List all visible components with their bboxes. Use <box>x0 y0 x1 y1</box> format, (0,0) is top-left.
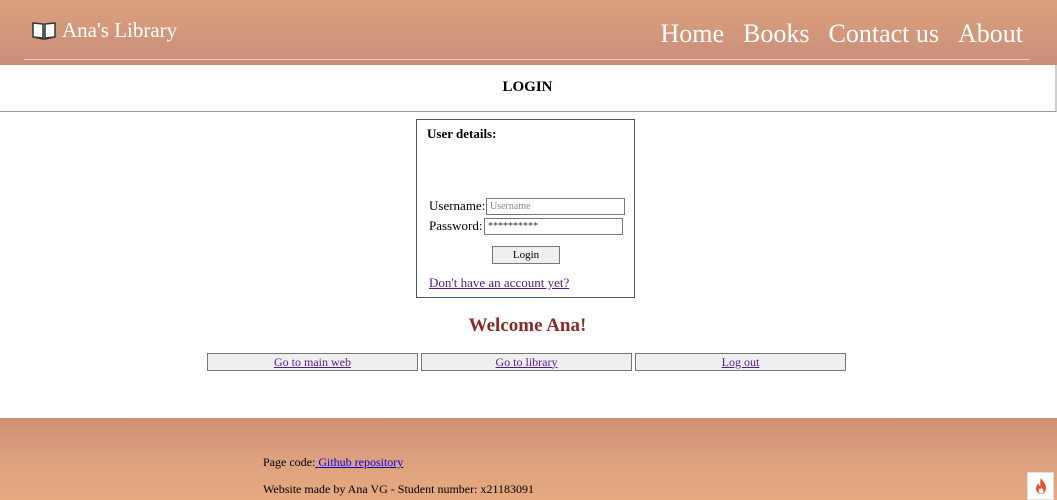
nav-home[interactable]: Home <box>660 18 724 50</box>
page-code-label: Page code: <box>263 455 316 469</box>
login-fieldset: User details: Username: Password: Login … <box>416 119 635 298</box>
log-out-button[interactable]: Log out <box>635 353 846 371</box>
nav-contact-us[interactable]: Contact us <box>829 18 940 50</box>
footer-credit: Website made by Ana VG - Student number:… <box>263 482 534 496</box>
login-button[interactable]: Login <box>492 246 560 264</box>
fire-icon[interactable] <box>1027 472 1054 500</box>
go-to-library-button[interactable]: Go to library <box>421 353 632 371</box>
main-nav: Home Books Contact us About <box>660 18 1023 50</box>
action-buttons: Go to main web Go to library Log out <box>207 353 846 371</box>
nav-books[interactable]: Books <box>743 18 809 50</box>
page: Ana's Library Home Books Contact us Abou… <box>0 0 1057 500</box>
site-title: Ana's Library <box>62 18 178 42</box>
password-input[interactable] <box>484 218 623 235</box>
signup-link[interactable]: Don't have an account yet? <box>429 275 569 291</box>
username-input[interactable] <box>486 198 625 215</box>
page-title: LOGIN <box>502 79 553 95</box>
user-details-legend: User details: <box>427 126 497 141</box>
site-footer: Page code: Github repository Website mad… <box>0 418 1057 500</box>
password-label: Password: <box>429 218 483 233</box>
header-divider <box>24 59 1030 60</box>
go-to-main-web-button[interactable]: Go to main web <box>207 353 418 371</box>
page-code-line: Page code: Github repository <box>263 455 403 470</box>
github-repository-link[interactable]: Github repository <box>315 455 403 469</box>
site-logo[interactable]: Ana's Library <box>32 18 177 42</box>
welcome-message: Welcome Ana! <box>468 315 587 336</box>
nav-about[interactable]: About <box>958 18 1023 50</box>
open-book-icon <box>32 20 56 40</box>
title-bar: LOGIN <box>0 65 1057 112</box>
site-header: Ana's Library Home Books Contact us Abou… <box>0 0 1057 65</box>
username-label: Username: <box>429 198 486 213</box>
